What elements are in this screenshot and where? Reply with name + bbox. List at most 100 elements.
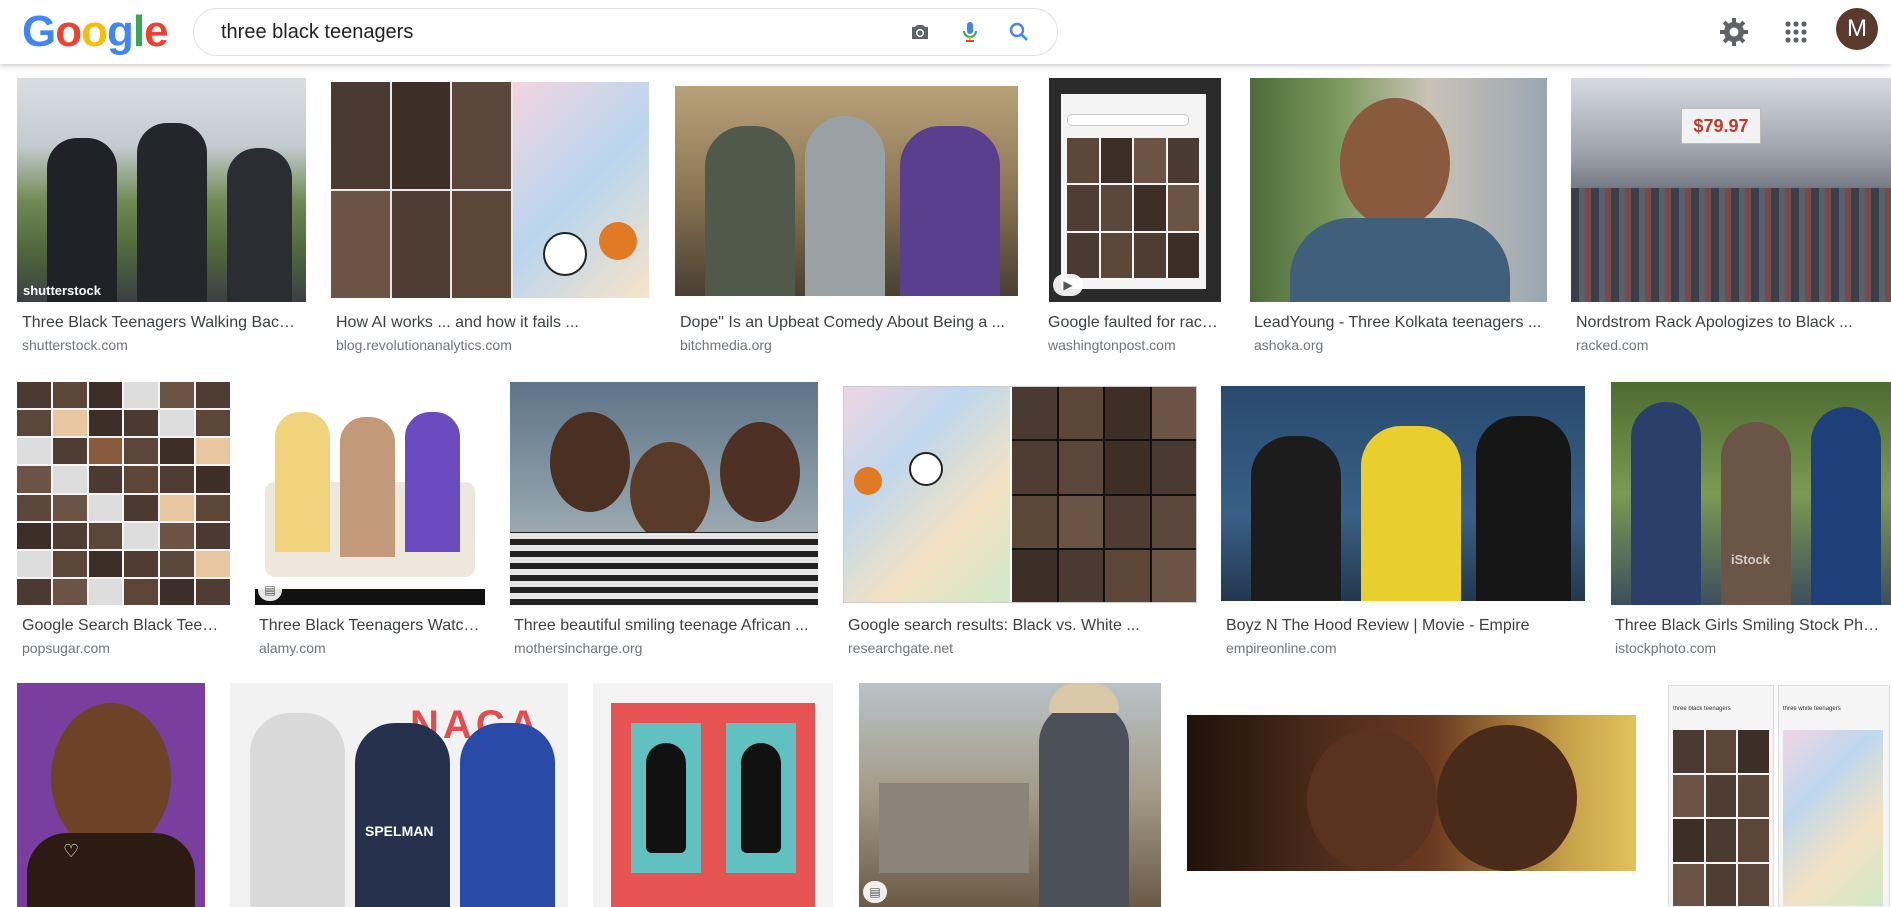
mugshot-collage <box>1012 387 1196 602</box>
person-figure <box>460 723 555 907</box>
person-figure <box>250 713 345 907</box>
result-thumbnail <box>331 82 649 298</box>
result-source: racked.com <box>1576 337 1649 353</box>
heart-icon[interactable]: ♡ <box>63 841 79 862</box>
result-thumbnail: ♡ <box>17 683 205 907</box>
watermark: iStock <box>1731 552 1771 567</box>
result-thumbnail: ▶ <box>1049 78 1221 302</box>
result-source: empireonline.com <box>1226 640 1337 656</box>
smiling-teens-photo <box>844 387 1010 602</box>
person-figure <box>900 126 1000 296</box>
basketball <box>854 467 882 495</box>
result-thumbnail <box>843 386 1197 603</box>
logo-letter: e <box>144 7 169 56</box>
shirt-text: SPELMAN <box>365 823 434 839</box>
watermark: shutterstock <box>23 283 102 298</box>
person-figure <box>355 723 450 907</box>
result-thumbnail: iStock <box>1611 382 1891 605</box>
result-title: Google faulted for raci... <box>1048 314 1218 331</box>
phone-screenshot: three black teenagers <box>1668 685 1774 907</box>
shirt <box>1290 218 1510 302</box>
person-figure <box>1039 703 1129 907</box>
person-figure <box>805 116 885 296</box>
face <box>720 422 800 522</box>
result-source: blog.revolutionanalytics.com <box>336 337 512 353</box>
mugshot-collage <box>331 82 511 298</box>
result-source: istockphoto.com <box>1615 640 1717 656</box>
face <box>1307 730 1437 870</box>
result-source: alamy.com <box>259 640 326 656</box>
result-source: researchgate.net <box>848 640 954 656</box>
search-icon[interactable] <box>1007 20 1031 44</box>
result-source: washingtonpost.com <box>1048 337 1176 353</box>
result-title: Three Black Teenagers Watch ... <box>259 617 481 634</box>
logo-letter: g <box>107 7 134 56</box>
clothing-rack <box>1571 188 1891 302</box>
person-figure <box>227 148 292 302</box>
smiling-teens-photo <box>513 82 649 298</box>
image-icon: ▤ <box>863 881 887 903</box>
result-title: Three Black Teenagers Walking Backp... <box>22 314 300 331</box>
logo-letter: o <box>81 7 108 56</box>
result-thumbnail: NACA SPELMAN <box>230 683 568 907</box>
account-avatar[interactable]: M <box>1836 8 1878 50</box>
play-icon: ▶ <box>1053 274 1083 296</box>
price-tag: $79.97 <box>1681 108 1761 144</box>
result-source: popsugar.com <box>22 640 110 656</box>
result-thumbnail <box>17 382 230 605</box>
boat <box>879 783 1029 873</box>
face <box>51 703 171 853</box>
result-thumbnail <box>510 382 818 605</box>
result-title: Boyz N The Hood Review | Movie - Empire <box>1226 617 1530 634</box>
result-title: Three beautiful smiling teenage African … <box>514 617 809 634</box>
face <box>630 442 710 542</box>
result-source: shutterstock.com <box>22 337 128 353</box>
soccer-ball <box>909 452 943 486</box>
microphone-icon[interactable] <box>958 20 982 44</box>
result-thumbnail <box>1221 386 1585 601</box>
figure-silhouette <box>741 743 781 853</box>
phone-screenshot: three white teenagers <box>1778 685 1890 907</box>
person-figure <box>1631 402 1701 605</box>
shirt <box>510 532 818 605</box>
apps-grid-icon[interactable] <box>1776 12 1816 52</box>
person-figure <box>1251 436 1341 601</box>
result-title: Google Search Black Teena... <box>22 617 226 634</box>
result-thumbnail: ▤ <box>859 683 1161 907</box>
person-figure <box>1721 422 1791 605</box>
logo-letter: o <box>55 7 82 56</box>
image-icon: ▤ <box>258 579 282 601</box>
person-figure <box>405 412 460 552</box>
result-title: LeadYoung - Three Kolkata teenagers ... <box>1254 314 1542 331</box>
textile <box>611 703 815 907</box>
person-figure <box>47 138 117 302</box>
result-title: Dope" Is an Upbeat Comedy About Being a … <box>680 314 1005 331</box>
phone-query: three white teenagers <box>1783 706 1841 712</box>
camera-icon[interactable] <box>908 20 932 44</box>
logo-letter: G <box>22 7 56 56</box>
search-box <box>193 8 1058 56</box>
result-thumbnail <box>1187 683 1636 907</box>
result-source: mothersincharge.org <box>514 640 643 656</box>
result-thumbnail <box>1250 78 1547 302</box>
phone-screen <box>1061 94 1206 289</box>
result-thumbnail <box>675 86 1018 296</box>
result-title: How AI works ... and how it fails ... <box>336 314 579 331</box>
face <box>550 412 630 512</box>
logo-letter: l <box>132 7 145 56</box>
person-figure <box>705 126 795 296</box>
watermark-bar <box>255 589 485 605</box>
basketball <box>599 222 637 260</box>
result-source: bitchmedia.org <box>680 337 772 353</box>
settings-gear-icon[interactable] <box>1714 12 1754 52</box>
person-figure <box>1811 407 1881 605</box>
result-title: Nordstrom Rack Apologizes to Black ... <box>1576 314 1853 331</box>
hat <box>1049 683 1119 713</box>
search-input[interactable] <box>219 17 863 47</box>
header: Google M <box>0 0 1891 64</box>
google-logo[interactable]: Google <box>22 7 169 56</box>
soccer-ball <box>543 232 587 276</box>
person-figure <box>1361 426 1461 601</box>
result-thumbnail: ▤ <box>255 382 485 605</box>
figure-silhouette <box>646 743 686 853</box>
